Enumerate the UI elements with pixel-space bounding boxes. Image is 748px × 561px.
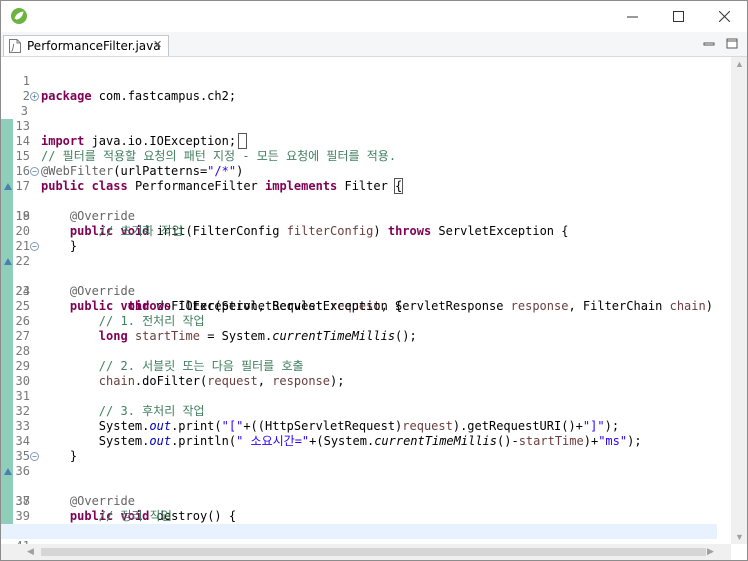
- scroll-up-icon[interactable]: ▲: [735, 59, 744, 69]
- java-file-icon: J: [9, 39, 21, 53]
- tab-label: PerformanceFilter.java: [27, 39, 161, 53]
- maximize-icon: [672, 11, 684, 22]
- close-button[interactable]: [701, 1, 747, 32]
- code-line: 19 // 초기화 작업: [1, 194, 717, 238]
- code-line: 13: [1, 104, 717, 133]
- code-editor[interactable]: 1 package com.fastcampus.ch2; 2 3 + impo…: [1, 57, 747, 560]
- code-line: 22 − @Override: [1, 239, 717, 298]
- maximize-view-icon[interactable]: [725, 37, 739, 51]
- tab-close-icon[interactable]: ✕: [153, 38, 162, 51]
- code-line: 2: [1, 74, 717, 103]
- scroll-down-icon[interactable]: ▼: [735, 532, 744, 542]
- code-line: 15 @WebFilter(urlPatterns="/*"): [1, 134, 717, 178]
- code-line: 21: [1, 224, 717, 253]
- code-line: 17 − @Override: [1, 164, 717, 223]
- fold-collapse-icon[interactable]: −: [30, 167, 39, 176]
- override-marker-icon: [4, 183, 12, 190]
- overview-ruler[interactable]: [717, 57, 731, 544]
- fold-collapse-icon[interactable]: −: [30, 452, 39, 461]
- code-line: 25 // 1. 전처리 작업: [1, 284, 717, 328]
- code-line: 16 public class PerformanceFilter implem…: [1, 149, 717, 194]
- override-marker-icon: [4, 258, 12, 265]
- scroll-left-icon[interactable]: ◀: [27, 546, 34, 557]
- code-line: 39 }: [1, 494, 717, 538]
- override-marker-icon: [4, 468, 12, 475]
- code-line: 14 // 필터를 적용할 요청의 패턴 지정 - 모든 요청에 필터를 적용.: [1, 119, 717, 163]
- code-line: 30: [1, 359, 717, 388]
- code-line: 32 System.out.print("["+((HttpServletReq…: [1, 389, 717, 433]
- code-line: 26 long startTime = System.currentTimeMi…: [1, 299, 717, 343]
- scroll-right-icon[interactable]: ▶: [707, 546, 714, 557]
- editor-tab-performancefilter[interactable]: J PerformanceFilter.java ✕: [3, 35, 169, 56]
- ide-window: J PerformanceFilter.java ✕ 1 package com…: [0, 0, 748, 561]
- fold-collapse-icon[interactable]: −: [30, 242, 39, 251]
- title-bar: [1, 1, 747, 32]
- code-line: 28 // 2. 서블릿 또는 다음 필터를 호출: [1, 329, 717, 373]
- code-line: 33 System.out.println(" 소요시간="+(System.c…: [1, 404, 717, 448]
- code-line: 29 chain.doFilter(request, response);: [1, 344, 717, 388]
- code-line: 3 + import java.io.IOException;: [1, 89, 717, 149]
- code-line: 35: [1, 434, 717, 463]
- minimize-button[interactable]: [609, 1, 655, 32]
- code-line: 1 package com.fastcampus.ch2;: [1, 59, 717, 103]
- code-line: 24 throws IOException, ServletException …: [1, 269, 717, 313]
- code-line: 27: [1, 314, 717, 343]
- editor-tab-bar: J PerformanceFilter.java ✕: [1, 32, 747, 57]
- code-line: 23 public void doFilter(ServletRequest r…: [1, 254, 717, 313]
- code-line: 37 public void destroy() {: [1, 464, 717, 523]
- minimize-view-icon[interactable]: [702, 37, 716, 51]
- code-line: 31 // 3. 후처리 작업: [1, 374, 717, 418]
- code-line: 38 // 정리 작업: [1, 479, 717, 523]
- horizontal-scroll-thumb[interactable]: [41, 548, 706, 556]
- fold-expand-icon[interactable]: +: [30, 92, 39, 101]
- code-line-current: 41 }: [1, 524, 717, 560]
- horizontal-scrollbar[interactable]: ◀ ▶: [1, 544, 731, 560]
- close-icon: [718, 11, 730, 22]
- code-line: 18 public void init(FilterConfig filterC…: [1, 179, 717, 238]
- code-line: 36 − @Override: [1, 449, 717, 508]
- code-line: 40: [1, 509, 717, 538]
- maximize-button[interactable]: [655, 1, 701, 32]
- code-line: 20 }: [1, 209, 717, 253]
- code-line: 34 }: [1, 419, 717, 463]
- minimize-icon: [626, 16, 638, 18]
- vertical-scrollbar[interactable]: ▲ ▼: [731, 57, 747, 544]
- spring-logo-icon: [11, 8, 27, 24]
